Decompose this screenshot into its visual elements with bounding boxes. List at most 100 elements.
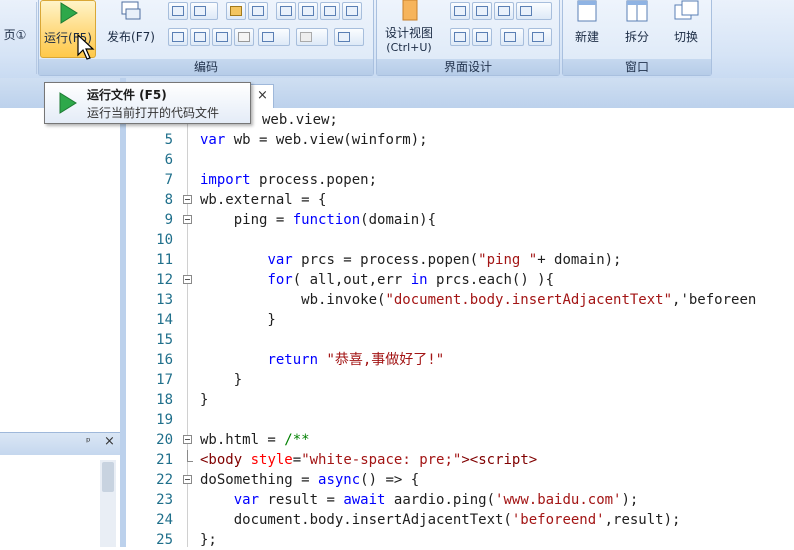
code-line[interactable]: 15 bbox=[126, 330, 794, 350]
line-number: 19 bbox=[156, 412, 173, 428]
code-line[interactable]: 11 var prcs = process.popen("ping "+ dom… bbox=[126, 250, 794, 270]
line-number: 18 bbox=[156, 392, 173, 408]
code-text: import process.popen; bbox=[200, 172, 378, 188]
code-line[interactable]: 13 wb.invoke("document.body.insertAdjace… bbox=[126, 290, 794, 310]
bookmark-icon[interactable] bbox=[234, 28, 254, 46]
code-line[interactable]: 20 wb.html = /** bbox=[126, 430, 794, 450]
code-line[interactable]: 21 <body style="white-space: pre;"><scrip… bbox=[126, 450, 794, 470]
code-line[interactable]: 8 wb.external = { bbox=[126, 190, 794, 210]
indent-icon[interactable] bbox=[190, 28, 210, 46]
fold-toggle-icon[interactable] bbox=[183, 435, 192, 444]
design-view-icon bbox=[402, 0, 418, 21]
undo-icon[interactable] bbox=[258, 28, 290, 46]
code-text: doSomething = async() => { bbox=[200, 472, 420, 488]
fold-toggle-icon[interactable] bbox=[183, 275, 192, 284]
pin-icon[interactable] bbox=[500, 28, 524, 46]
switch-window-icon bbox=[674, 0, 699, 20]
close-tab-icon[interactable]: × bbox=[257, 88, 268, 103]
code-line[interactable]: 16 return "恭喜,事做好了!" bbox=[126, 350, 794, 370]
table-icon[interactable] bbox=[472, 28, 492, 46]
anchor-icon[interactable] bbox=[528, 28, 552, 46]
code-line[interactable]: 5 var wb = web.view(winform); bbox=[126, 130, 794, 150]
outdent-icon[interactable] bbox=[212, 28, 232, 46]
align-right-icon[interactable] bbox=[298, 2, 318, 20]
cut-icon[interactable] bbox=[168, 2, 188, 20]
tooltip-title: 运行文件 (F5) bbox=[87, 88, 167, 102]
align-left-icon[interactable] bbox=[276, 2, 296, 20]
fold-end-marker bbox=[187, 450, 193, 462]
same-size-icon[interactable] bbox=[494, 2, 514, 20]
code-line[interactable]: 12 for( all,out,err in prcs.each() ){ bbox=[126, 270, 794, 290]
code-text: }; bbox=[200, 532, 217, 548]
new-window-icon bbox=[577, 0, 597, 22]
code-line[interactable]: 19 bbox=[126, 410, 794, 430]
bottom-panel-scroll-thumb[interactable] bbox=[102, 462, 114, 492]
code-text: wb.invoke("document.body.insertAdjacentT… bbox=[200, 292, 757, 308]
align-bottom-icon[interactable] bbox=[472, 2, 492, 20]
line-number: 17 bbox=[156, 372, 173, 388]
tooltip-description: 运行当前打开的代码文件 bbox=[87, 106, 220, 120]
format-icon[interactable] bbox=[342, 2, 362, 20]
code-line[interactable]: 17 } bbox=[126, 370, 794, 390]
code-line[interactable]: 14 } bbox=[126, 310, 794, 330]
code-line[interactable]: 24 document.body.insertAdjacentText('bef… bbox=[126, 510, 794, 530]
code-line[interactable]: 10 bbox=[126, 230, 794, 250]
code-line[interactable]: 23 var result = await aardio.ping('www.b… bbox=[126, 490, 794, 510]
code-text: web.view; bbox=[262, 112, 338, 128]
line-number: 9 bbox=[164, 212, 173, 228]
code-text: return "恭喜,事做好了!" bbox=[267, 352, 445, 368]
publish-button[interactable]: 发布(F7) bbox=[100, 0, 162, 58]
code-text: wb.html = /** bbox=[200, 432, 310, 448]
fold-toggle-icon[interactable] bbox=[183, 195, 192, 204]
fold-toggle-icon[interactable] bbox=[183, 475, 192, 484]
line-number: 13 bbox=[156, 292, 173, 308]
ribbon-group-ui-design-label: 界面设计 bbox=[377, 59, 559, 75]
code-text: for( all,out,err in prcs.each() ){ bbox=[267, 272, 555, 288]
code-line[interactable]: 22 doSomething = async() => { bbox=[126, 470, 794, 490]
code-text: <body style="white-space: pre;"><script> bbox=[200, 452, 538, 468]
align-top-icon[interactable] bbox=[450, 2, 470, 20]
new-window-label: 新建 bbox=[574, 30, 599, 44]
switch-label: 切换 bbox=[673, 30, 698, 44]
select-all-icon[interactable] bbox=[248, 2, 268, 20]
grid-icon[interactable] bbox=[450, 28, 470, 46]
code-text: var result = await aardio.ping('www.baid… bbox=[233, 492, 639, 508]
design-view-button[interactable]: 设计视图 (Ctrl+U) bbox=[378, 0, 440, 58]
line-number: 7 bbox=[164, 172, 173, 188]
pin-panel-icon[interactable]: ᵖ bbox=[86, 435, 91, 448]
play-icon bbox=[60, 2, 78, 24]
new-window-button[interactable]: 新建 bbox=[566, 0, 608, 58]
code-text: wb.external = { bbox=[200, 192, 327, 208]
split-button[interactable]: 拆分 bbox=[616, 0, 658, 58]
paste-icon[interactable] bbox=[226, 2, 246, 20]
code-text: } bbox=[200, 372, 243, 388]
copy-icon[interactable] bbox=[190, 2, 218, 20]
switch-button[interactable]: 切换 bbox=[664, 0, 708, 58]
line-number: 15 bbox=[156, 332, 173, 348]
line-number: 16 bbox=[156, 352, 173, 368]
bottom-panel-header: ᵖ × bbox=[0, 432, 120, 456]
layout-dropdown-icon[interactable] bbox=[516, 2, 552, 20]
line-number: 6 bbox=[164, 152, 173, 168]
code-line[interactable]: 7 import process.popen; bbox=[126, 170, 794, 190]
fold-toggle-icon[interactable] bbox=[183, 215, 192, 224]
code-line[interactable]: 6 bbox=[126, 150, 794, 170]
code-line[interactable]: 9 ping = function(domain){ bbox=[126, 210, 794, 230]
project-panel[interactable] bbox=[0, 108, 121, 430]
line-number: 14 bbox=[156, 312, 173, 328]
close-panel-icon[interactable]: × bbox=[104, 434, 115, 449]
code-text: ping = function(domain){ bbox=[200, 212, 437, 228]
redo-icon[interactable] bbox=[296, 28, 328, 46]
ribbon-separator bbox=[36, 2, 37, 74]
comment-icon[interactable] bbox=[168, 28, 188, 46]
find-icon[interactable] bbox=[334, 28, 364, 46]
code-line[interactable]: 18} bbox=[126, 390, 794, 410]
code-editor[interactable]: web.view; 5 var wb = web.view(winform); 6 7 i… bbox=[126, 110, 794, 550]
design-view-shortcut: (Ctrl+U) bbox=[386, 41, 432, 54]
page-setup-button[interactable]: 页① bbox=[0, 26, 30, 43]
line-number: 12 bbox=[156, 272, 173, 288]
line-number: 23 bbox=[156, 492, 173, 508]
code-line[interactable]: 25}; bbox=[126, 530, 794, 550]
layout-tools bbox=[450, 2, 556, 52]
align-center-icon[interactable] bbox=[320, 2, 340, 20]
